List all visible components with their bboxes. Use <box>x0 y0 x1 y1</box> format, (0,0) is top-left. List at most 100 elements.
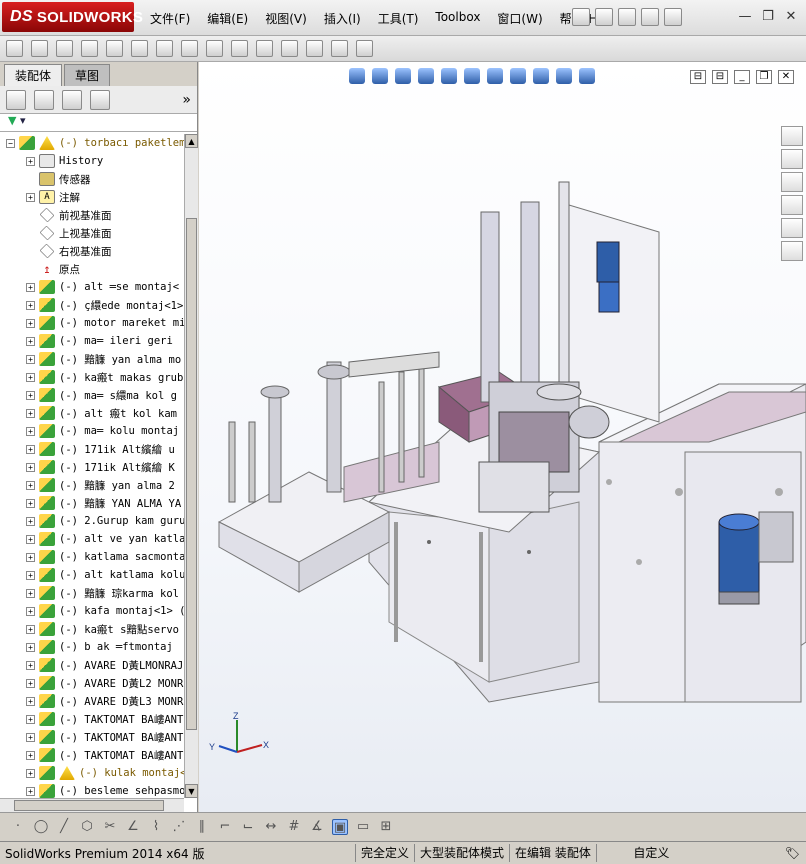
mate-icon[interactable] <box>56 40 73 57</box>
feature-manager-icon[interactable] <box>6 89 26 110</box>
expand-icon[interactable]: + <box>26 570 35 580</box>
menu-item-1[interactable]: 编辑(E) <box>207 10 248 27</box>
filter-dropdown[interactable]: ▾ <box>20 114 26 127</box>
bill-of-materials-icon[interactable] <box>281 40 298 57</box>
new-document-icon[interactable] <box>595 8 613 26</box>
expand-icon[interactable]: + <box>26 588 35 598</box>
tree-item[interactable]: + (-) besleme sehpasmo <box>0 782 184 798</box>
minimize-icon[interactable]: — <box>736 9 754 25</box>
scroll-up-icon[interactable]: ▲ <box>185 134 198 148</box>
expand-icon[interactable]: + <box>26 192 35 202</box>
expand-icon[interactable]: + <box>26 156 35 166</box>
tree-item[interactable]: + (-) 171ik Alt繽繪 u <box>0 440 184 458</box>
zoom-to-area-icon[interactable] <box>372 68 388 84</box>
expand-icon[interactable]: + <box>26 318 35 328</box>
tab-assembly[interactable]: 装配体 <box>4 64 63 86</box>
corner-icon[interactable]: ⌐ <box>217 819 233 835</box>
tree-item[interactable]: + (-) ma═ ileri geri <box>0 332 184 350</box>
vp-minimize-icon[interactable]: _ <box>734 70 750 84</box>
view-orientation-icon[interactable] <box>464 68 480 84</box>
view-settings-icon[interactable] <box>579 68 595 84</box>
menu-item-2[interactable]: 视图(V) <box>265 10 307 27</box>
vp-restore-icon[interactable]: ❐ <box>756 70 772 84</box>
move-component-icon[interactable] <box>156 40 173 57</box>
expand-icon[interactable]: + <box>26 372 35 382</box>
apply-scene-icon[interactable] <box>556 68 572 84</box>
menu-item-5[interactable]: Toolbox <box>435 10 480 27</box>
expand-icon[interactable]: + <box>26 408 35 418</box>
tree-item[interactable]: + (-) TAKTOMAT BA嶁ANT <box>0 728 184 746</box>
expand-icon[interactable]: + <box>26 354 35 364</box>
tree-item[interactable]: + (-) b ak ═ftmontaj <box>0 638 184 656</box>
machine-assembly-model[interactable] <box>199 122 806 762</box>
polygon-icon[interactable]: ⬡ <box>79 819 95 835</box>
interference-detection-icon[interactable] <box>331 40 348 57</box>
tree-item[interactable]: + (-) 黯臁 YAN ALMA YA <box>0 494 184 512</box>
tree-item[interactable]: + (-) ç繯ede montaj<1> <box>0 296 184 314</box>
help-icon[interactable] <box>664 8 682 26</box>
tree-item[interactable]: + (-) 2.Gurup kam guru <box>0 512 184 530</box>
tree-filter[interactable]: ▼ ▾ <box>0 114 197 132</box>
component-pattern-icon[interactable] <box>81 40 98 57</box>
circle-icon[interactable]: ◯ <box>33 819 49 835</box>
tree-item[interactable]: + (-) ka瘢t makas grub <box>0 368 184 386</box>
tree-item[interactable]: + A 注解 <box>0 188 184 206</box>
split-left-icon[interactable]: ⊟ <box>690 70 706 84</box>
configuration-manager-icon[interactable] <box>62 89 82 110</box>
tree-item[interactable]: + (-) ma═ kolu montaj <box>0 422 184 440</box>
extend-icon[interactable]: ∠ <box>125 819 141 835</box>
tree-root[interactable]: − (-) torbacı paketleme <box>0 134 184 152</box>
expand-icon[interactable]: + <box>26 750 35 760</box>
tree-item[interactable]: + (-) kafa montaj<1> ( <box>0 602 184 620</box>
tree-item[interactable]: + (-) kulak montaj< <box>0 764 184 782</box>
tree-item[interactable]: + (-) ka瘢t s黯點servo <box>0 620 184 638</box>
expand-icon[interactable]: + <box>26 516 35 526</box>
expand-icon[interactable]: + <box>26 660 35 670</box>
solidworks-logo[interactable]: DS SOLIDWORKS <box>2 2 143 32</box>
show-hidden-icon[interactable] <box>181 40 198 57</box>
tree-item[interactable]: + (-) ma═ s繯ma kol g <box>0 386 184 404</box>
tree-item[interactable]: 上视基准面 <box>0 224 184 242</box>
dynamic-annotation-icon[interactable] <box>441 68 457 84</box>
new-part-icon[interactable] <box>31 40 48 57</box>
expand-icon[interactable]: + <box>26 552 35 562</box>
tree-item[interactable]: + (-) AVARE D黃L3 MONR <box>0 692 184 710</box>
tree-item[interactable]: + (-) alt 瘢t kol kam <box>0 404 184 422</box>
status-custom-units[interactable]: 自定义 <box>595 844 706 862</box>
expand-icon[interactable]: + <box>26 462 35 472</box>
property-manager-icon[interactable] <box>34 89 54 110</box>
expand-icon[interactable]: + <box>26 480 35 490</box>
expand-icon[interactable]: + <box>26 606 35 616</box>
menu-item-6[interactable]: 窗口(W) <box>497 10 542 27</box>
expand-icon[interactable]: + <box>26 768 35 778</box>
tree-item[interactable]: + (-) TAKTOMAT BA嶁ANT <box>0 710 184 728</box>
tree-item[interactable]: + (-) AVARE D黃LMONRAJ <box>0 656 184 674</box>
grid-icon[interactable]: # <box>286 819 302 835</box>
pin-icon[interactable] <box>572 8 590 26</box>
expand-icon[interactable]: + <box>26 714 35 724</box>
tree-item[interactable]: 传感器 <box>0 170 184 188</box>
exploded-view-icon[interactable] <box>306 40 323 57</box>
restore-icon[interactable]: ❐ <box>759 9 777 25</box>
expand-icon[interactable]: + <box>26 282 35 292</box>
expand-icon[interactable]: + <box>26 426 35 436</box>
close-icon[interactable]: ✕ <box>782 9 800 25</box>
open-folder-icon[interactable] <box>618 8 636 26</box>
offset-icon[interactable]: ⌇ <box>148 819 164 835</box>
instant3d-icon[interactable] <box>356 40 373 57</box>
split-right-icon[interactable]: ⊟ <box>712 70 728 84</box>
tree-item[interactable]: + (-) 黯臁 yan alma mo <box>0 350 184 368</box>
parallel-icon[interactable]: ∥ <box>194 819 210 835</box>
expand-icon[interactable]: + <box>26 336 35 346</box>
expand-icon[interactable]: + <box>26 444 35 454</box>
trim-icon[interactable]: ✂ <box>102 819 118 835</box>
point-icon[interactable]: · <box>10 819 26 835</box>
construction-icon[interactable]: ⌙ <box>240 819 256 835</box>
table-icon[interactable]: ⊞ <box>378 819 394 835</box>
previous-view-icon[interactable] <box>395 68 411 84</box>
display-manager-icon[interactable] <box>90 89 110 110</box>
angle-icon[interactable]: ∡ <box>309 819 325 835</box>
tab-sketch[interactable]: 草图 <box>64 64 111 86</box>
expand-icon[interactable]: + <box>26 696 35 706</box>
section-view-icon[interactable] <box>418 68 434 84</box>
